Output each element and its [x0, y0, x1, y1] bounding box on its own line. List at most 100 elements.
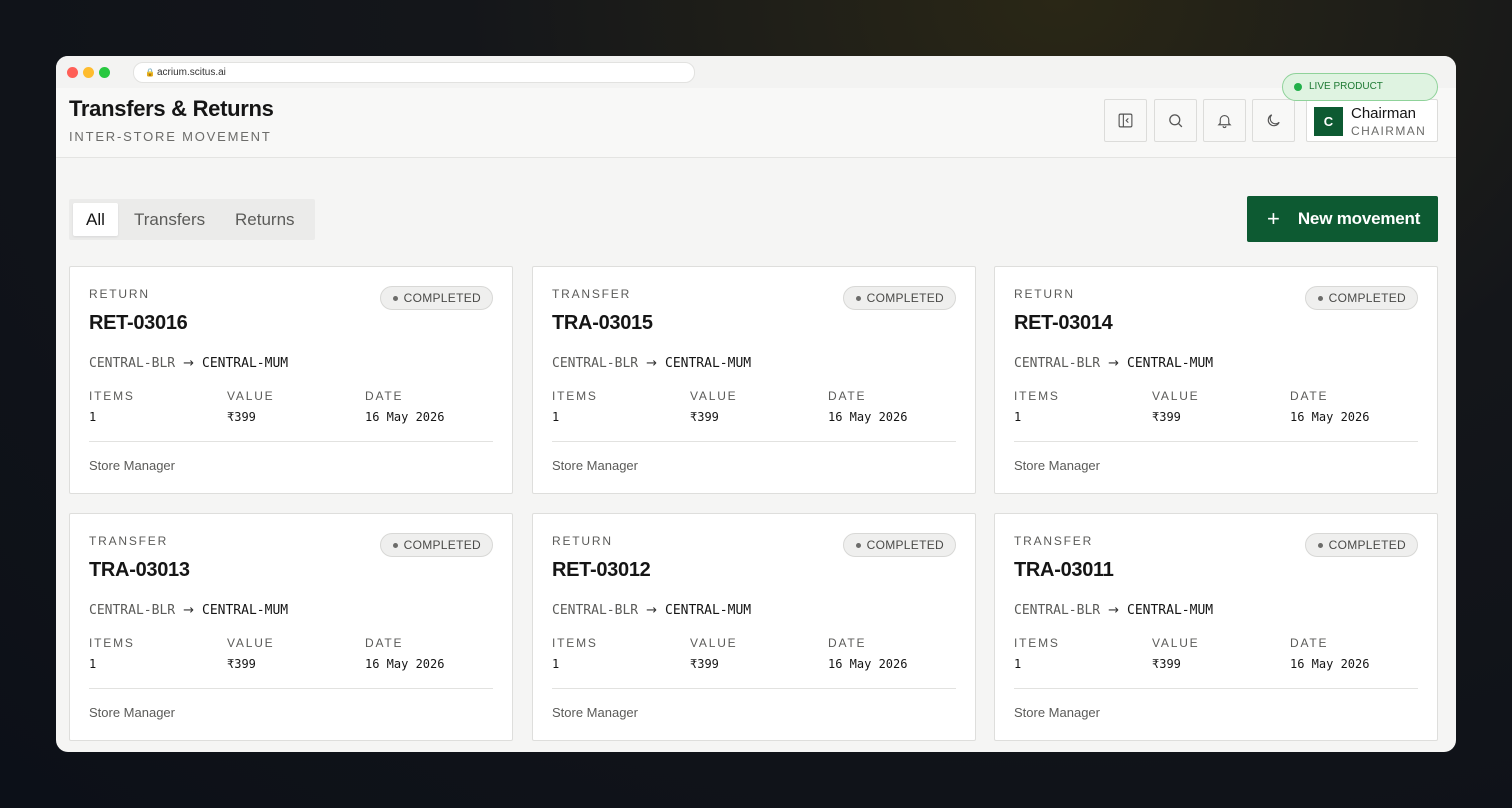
date-label: DATE	[365, 636, 404, 650]
movement-card[interactable]: TRANSFER TRA-03011 COMPLETED CENTRAL-BLR → CE…	[994, 513, 1438, 741]
avatar: C	[1314, 107, 1343, 136]
moon-icon	[1267, 114, 1280, 127]
route: CENTRAL-BLR → CENTRAL-MUM	[1014, 356, 1213, 371]
collapse-sidebar-icon	[1118, 113, 1133, 128]
card-divider	[1014, 441, 1418, 442]
bell-icon	[1217, 114, 1232, 129]
status-dot-icon	[1317, 543, 1323, 548]
maximize-window-button[interactable]	[99, 67, 110, 78]
movement-id: TRA-03013	[89, 559, 190, 581]
date-value: 16 May 2026	[828, 410, 908, 424]
movement-card[interactable]: RETURN RET-03014 COMPLETED CENTRAL-BLR → CENT…	[994, 266, 1438, 494]
movement-card[interactable]: TRANSFER TRA-03013 COMPLETED CENTRAL-BLR → CE…	[69, 513, 513, 741]
value-label: VALUE	[690, 389, 738, 403]
user-menu[interactable]: C Chairman CHAIRMAN	[1306, 99, 1438, 142]
items-label: ITEMS	[1014, 636, 1060, 650]
date-value: 16 May 2026	[1290, 410, 1370, 424]
value-amount: ₹399	[1152, 657, 1181, 671]
status-label: COMPLETED	[866, 291, 944, 305]
status-badge: COMPLETED	[1304, 533, 1418, 557]
status-dot-icon	[1317, 296, 1323, 301]
filter-tabs: All Transfers Returns	[69, 199, 315, 240]
movement-type: RETURN	[1014, 287, 1075, 301]
value-amount: ₹399	[227, 657, 256, 671]
status-badge: COMPLETED	[379, 286, 493, 310]
tab-transfers[interactable]: Transfers	[134, 203, 205, 236]
route: CENTRAL-BLR → CENTRAL-MUM	[1014, 603, 1213, 618]
items-value: 1	[1014, 410, 1022, 424]
card-divider	[89, 441, 493, 442]
date-label: DATE	[1290, 389, 1329, 403]
search-button[interactable]	[1154, 99, 1197, 142]
movement-type: TRANSFER	[552, 287, 632, 301]
items-label: ITEMS	[552, 636, 598, 650]
value-amount: ₹399	[227, 410, 256, 424]
route-to: CENTRAL-MUM	[665, 603, 752, 618]
url-text: acrium.scitus.ai	[156, 67, 226, 78]
tab-returns[interactable]: Returns	[235, 203, 295, 236]
created-by: Store Manager	[1014, 705, 1100, 720]
tab-all[interactable]: All	[73, 203, 118, 236]
minimize-window-button[interactable]	[83, 67, 94, 78]
movement-card[interactable]: RETURN RET-03016 COMPLETED CENTRAL-BLR → CENT…	[69, 266, 513, 494]
created-by: Store Manager	[1014, 458, 1100, 473]
status-dot-icon	[855, 296, 861, 301]
movement-card[interactable]: TRANSFER TRA-03015 COMPLETED CENTRAL-BLR → CE…	[532, 266, 976, 494]
live-indicator-icon	[1294, 83, 1302, 91]
value-label: VALUE	[227, 636, 275, 650]
plus-icon: +	[1267, 206, 1280, 231]
route: CENTRAL-BLR → CENTRAL-MUM	[552, 356, 751, 371]
created-by: Store Manager	[89, 705, 175, 720]
items-label: ITEMS	[552, 389, 598, 403]
page-header: Transfers & Returns INTER-STORE MOVEMENT…	[56, 88, 1456, 158]
items-value: 1	[552, 410, 560, 424]
search-icon	[1169, 114, 1183, 128]
status-label: COMPLETED	[1328, 538, 1406, 552]
card-divider	[1014, 688, 1418, 689]
address-bar[interactable]: 🔒 acrium.scitus.ai	[133, 62, 695, 83]
date-label: DATE	[1290, 636, 1329, 650]
status-dot-icon	[855, 543, 861, 548]
user-name: Chairman	[1351, 105, 1417, 122]
items-label: ITEMS	[89, 636, 135, 650]
page-subtitle: INTER-STORE MOVEMENT	[69, 129, 272, 144]
notifications-button[interactable]	[1203, 99, 1246, 142]
live-badge-label: LIVE PRODUCT	[1309, 81, 1383, 92]
date-value: 16 May 2026	[828, 657, 908, 671]
status-label: COMPLETED	[403, 291, 481, 305]
date-label: DATE	[828, 636, 867, 650]
new-movement-label: New movement	[1297, 209, 1421, 228]
card-divider	[89, 688, 493, 689]
date-value: 16 May 2026	[1290, 657, 1370, 671]
route: CENTRAL-BLR → CENTRAL-MUM	[89, 603, 288, 618]
route-from: CENTRAL-BLR	[89, 603, 176, 618]
status-dot-icon	[392, 296, 398, 301]
movement-id: TRA-03015	[552, 312, 653, 334]
created-by: Store Manager	[89, 458, 175, 473]
route-to: CENTRAL-MUM	[202, 356, 289, 371]
movement-id: RET-03016	[89, 312, 188, 334]
movement-card[interactable]: RETURN RET-03012 COMPLETED CENTRAL-BLR → CENT…	[532, 513, 976, 741]
value-label: VALUE	[1152, 636, 1200, 650]
created-by: Store Manager	[552, 705, 638, 720]
arrow-right-icon: →	[183, 603, 194, 618]
date-label: DATE	[828, 389, 867, 403]
route-from: CENTRAL-BLR	[1014, 356, 1101, 371]
value-label: VALUE	[227, 389, 275, 403]
route-from: CENTRAL-BLR	[552, 356, 639, 371]
route-from: CENTRAL-BLR	[1014, 603, 1101, 618]
collapse-sidebar-button[interactable]	[1104, 99, 1147, 142]
date-value: 16 May 2026	[365, 410, 445, 424]
theme-toggle-button[interactable]	[1252, 99, 1295, 142]
movement-id: RET-03012	[552, 559, 651, 581]
page-title: Transfers & Returns	[69, 96, 274, 121]
value-label: VALUE	[1152, 389, 1200, 403]
new-movement-button[interactable]: + New movement	[1247, 196, 1438, 242]
status-label: COMPLETED	[403, 538, 481, 552]
route-from: CENTRAL-BLR	[89, 356, 176, 371]
route: CENTRAL-BLR → CENTRAL-MUM	[552, 603, 751, 618]
close-window-button[interactable]	[67, 67, 78, 78]
card-divider	[552, 688, 956, 689]
status-label: COMPLETED	[1328, 291, 1406, 305]
date-label: DATE	[365, 389, 404, 403]
